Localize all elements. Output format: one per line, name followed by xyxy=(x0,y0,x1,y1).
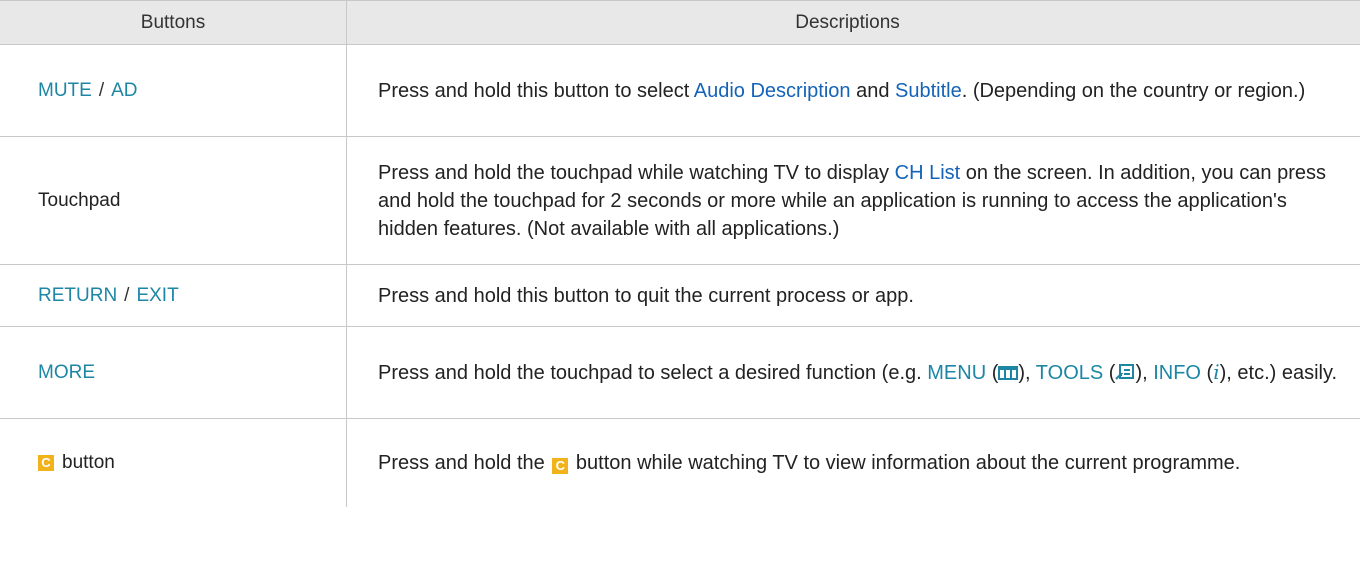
button-cell: MUTE / AD xyxy=(0,45,347,136)
header-buttons-label: Buttons xyxy=(140,11,206,33)
description-cell: Press and hold this button to select Aud… xyxy=(347,45,1360,136)
touchpad-label: Touchpad xyxy=(38,189,121,211)
header-descriptions-label: Descriptions xyxy=(795,11,900,33)
button-cell: C button xyxy=(0,419,347,507)
c-button-icon: C xyxy=(552,458,569,474)
table-row: MUTE / AD Press and hold this button to … xyxy=(0,45,1360,137)
text: . (Depending on the country or region.) xyxy=(961,79,1306,102)
text: Press and hold the xyxy=(378,452,551,474)
menu-term: MENU xyxy=(927,362,987,384)
text: Press and hold the touchpad while watchi… xyxy=(378,161,895,184)
description-cell: Press and hold the touchpad while watchi… xyxy=(347,137,1360,264)
table-row: RETURN / EXIT Press and hold this button… xyxy=(0,265,1360,327)
header-cell-buttons: Buttons xyxy=(0,1,347,44)
info-term: INFO xyxy=(1153,362,1201,384)
c-button-icon: C xyxy=(38,455,54,471)
header-cell-descriptions: Descriptions xyxy=(347,1,1360,44)
text: and xyxy=(850,79,895,102)
description-cell: Press and hold the touchpad to select a … xyxy=(347,327,1360,418)
text: button while watching TV to view informa… xyxy=(570,452,1241,474)
tools-term: TOOLS xyxy=(1035,362,1104,384)
text: ( xyxy=(1201,362,1214,384)
description-text: Press and hold the touchpad to select a … xyxy=(378,358,1337,387)
separator: / xyxy=(98,79,105,101)
ch-list-term: CH List xyxy=(894,161,961,184)
button-cell: RETURN / EXIT xyxy=(0,265,347,326)
remote-buttons-table: Buttons Descriptions MUTE / AD Press and… xyxy=(0,0,1360,507)
text: ), xyxy=(1135,362,1154,384)
description-text: Press and hold the C button while watchi… xyxy=(378,449,1240,477)
tools-icon xyxy=(1115,364,1135,380)
text: ), xyxy=(1018,362,1036,384)
text: Press and hold the touchpad to select a … xyxy=(378,362,928,384)
description-text: Press and hold this button to quit the c… xyxy=(378,284,914,307)
description-text: Press and hold this button to select Aud… xyxy=(378,77,1305,105)
button-cell: MORE xyxy=(0,327,347,418)
button-label: button xyxy=(62,452,115,473)
text: ), etc.) easily. xyxy=(1219,362,1338,384)
description-cell: Press and hold the C button while watchi… xyxy=(347,419,1360,507)
separator: / xyxy=(124,284,130,306)
table-header: Buttons Descriptions xyxy=(0,0,1360,45)
more-key: MORE xyxy=(38,361,95,383)
audio-description-term: Audio Description xyxy=(693,79,851,102)
exit-key: EXIT xyxy=(136,284,179,306)
return-key: RETURN xyxy=(38,284,118,306)
description-cell: Press and hold this button to quit the c… xyxy=(347,265,1360,326)
text: ( xyxy=(1103,362,1116,384)
subtitle-term: Subtitle xyxy=(895,79,962,102)
menu-icon xyxy=(998,366,1019,380)
table-row: C button Press and hold the C button whi… xyxy=(0,419,1360,507)
mute-key: MUTE xyxy=(38,79,92,101)
text: ( xyxy=(986,362,999,384)
table-row: Touchpad Press and hold the touchpad whi… xyxy=(0,137,1360,265)
table-row: MORE Press and hold the touchpad to sele… xyxy=(0,327,1360,419)
ad-key: AD xyxy=(111,79,138,101)
button-cell: Touchpad xyxy=(0,137,347,264)
description-text: Press and hold the touchpad while watchi… xyxy=(378,159,1348,243)
text: Press and hold this button to select xyxy=(378,79,694,102)
